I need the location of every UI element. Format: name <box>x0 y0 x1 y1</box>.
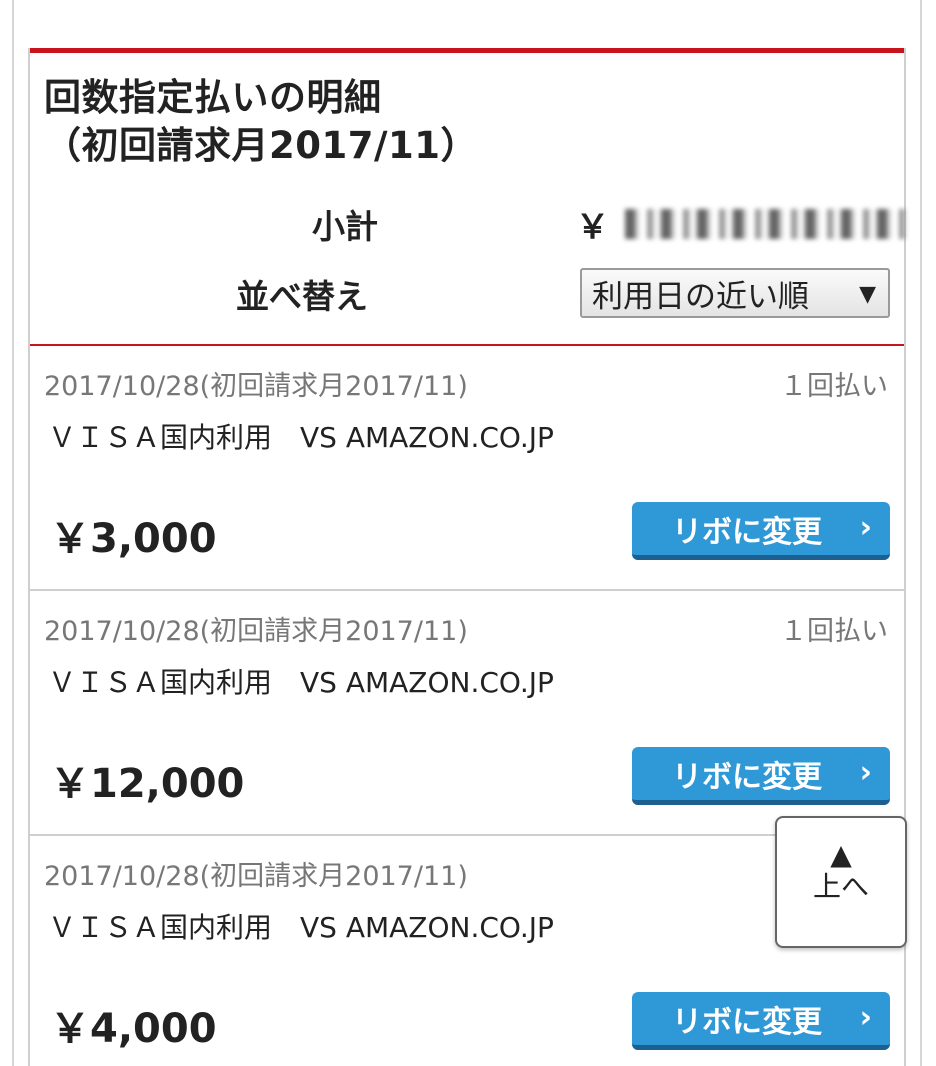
change-to-revolving-button[interactable]: リボに変更 › <box>632 502 890 560</box>
change-to-revolving-button[interactable]: リボに変更 › <box>632 992 890 1050</box>
left-border <box>12 0 14 1066</box>
dropdown-arrow-icon: ▼ <box>859 282 876 307</box>
back-to-top-button[interactable]: ▲ 上へ <box>775 816 907 948</box>
list-item: 2017/10/28(初回請求月2017/11) １回払い ＶＩＳＡ国内利用 V… <box>30 346 904 591</box>
title-line-1: 回数指定払いの明細 <box>44 76 382 119</box>
sort-label: 並べ替え <box>236 277 368 316</box>
button-label: リボに変更 <box>672 514 822 550</box>
page: 回数指定払いの明細 （初回請求月2017/11） 小計 ￥ 並べ替え 利用日の近… <box>0 0 936 1066</box>
list-item: 2017/10/28(初回請求月2017/11) ＶＩＳＡ国内利用 VS AMA… <box>30 836 904 1066</box>
arrow-up-icon: ▲ <box>830 838 852 871</box>
item-date: 2017/10/28(初回請求月2017/11) <box>44 371 468 402</box>
card-accent-bar <box>30 48 904 53</box>
subtotal-label: 小計 <box>312 207 378 246</box>
item-date: 2017/10/28(初回請求月2017/11) <box>44 861 468 892</box>
list-item: 2017/10/28(初回請求月2017/11) １回払い ＶＩＳＡ国内利用 V… <box>30 591 904 836</box>
button-label: リボに変更 <box>672 1004 822 1040</box>
item-pay-count: １回払い <box>780 616 888 647</box>
change-to-revolving-button[interactable]: リボに変更 › <box>632 747 890 805</box>
page-title: 回数指定払いの明細 （初回請求月2017/11） <box>44 74 478 170</box>
chevron-right-icon: › <box>859 1000 872 1035</box>
item-merchant: ＶＩＳＡ国内利用 VS AMAZON.CO.JP <box>48 421 554 454</box>
subtotal-currency: ￥ <box>576 207 609 246</box>
item-amount: ￥4,000 <box>50 1006 217 1052</box>
chevron-right-icon: › <box>859 755 872 790</box>
item-merchant: ＶＩＳＡ国内利用 VS AMAZON.CO.JP <box>48 911 554 944</box>
button-label: リボに変更 <box>672 759 822 795</box>
chevron-right-icon: › <box>859 510 872 545</box>
item-merchant: ＶＩＳＡ国内利用 VS AMAZON.CO.JP <box>48 666 554 699</box>
subtotal-value: ￥ <box>576 200 905 248</box>
sort-selected-value: 利用日の近い順 <box>592 278 809 315</box>
sort-select[interactable]: 利用日の近い順 ▼ <box>580 268 890 318</box>
item-pay-count: １回払い <box>780 371 888 402</box>
back-to-top-label: 上へ <box>812 870 869 903</box>
item-amount: ￥3,000 <box>50 516 217 562</box>
right-border <box>920 0 922 1066</box>
subtotal-redacted-amount <box>625 209 905 239</box>
title-line-2: （初回請求月2017/11） <box>44 124 478 167</box>
item-amount: ￥12,000 <box>50 761 245 807</box>
item-date: 2017/10/28(初回請求月2017/11) <box>44 616 468 647</box>
